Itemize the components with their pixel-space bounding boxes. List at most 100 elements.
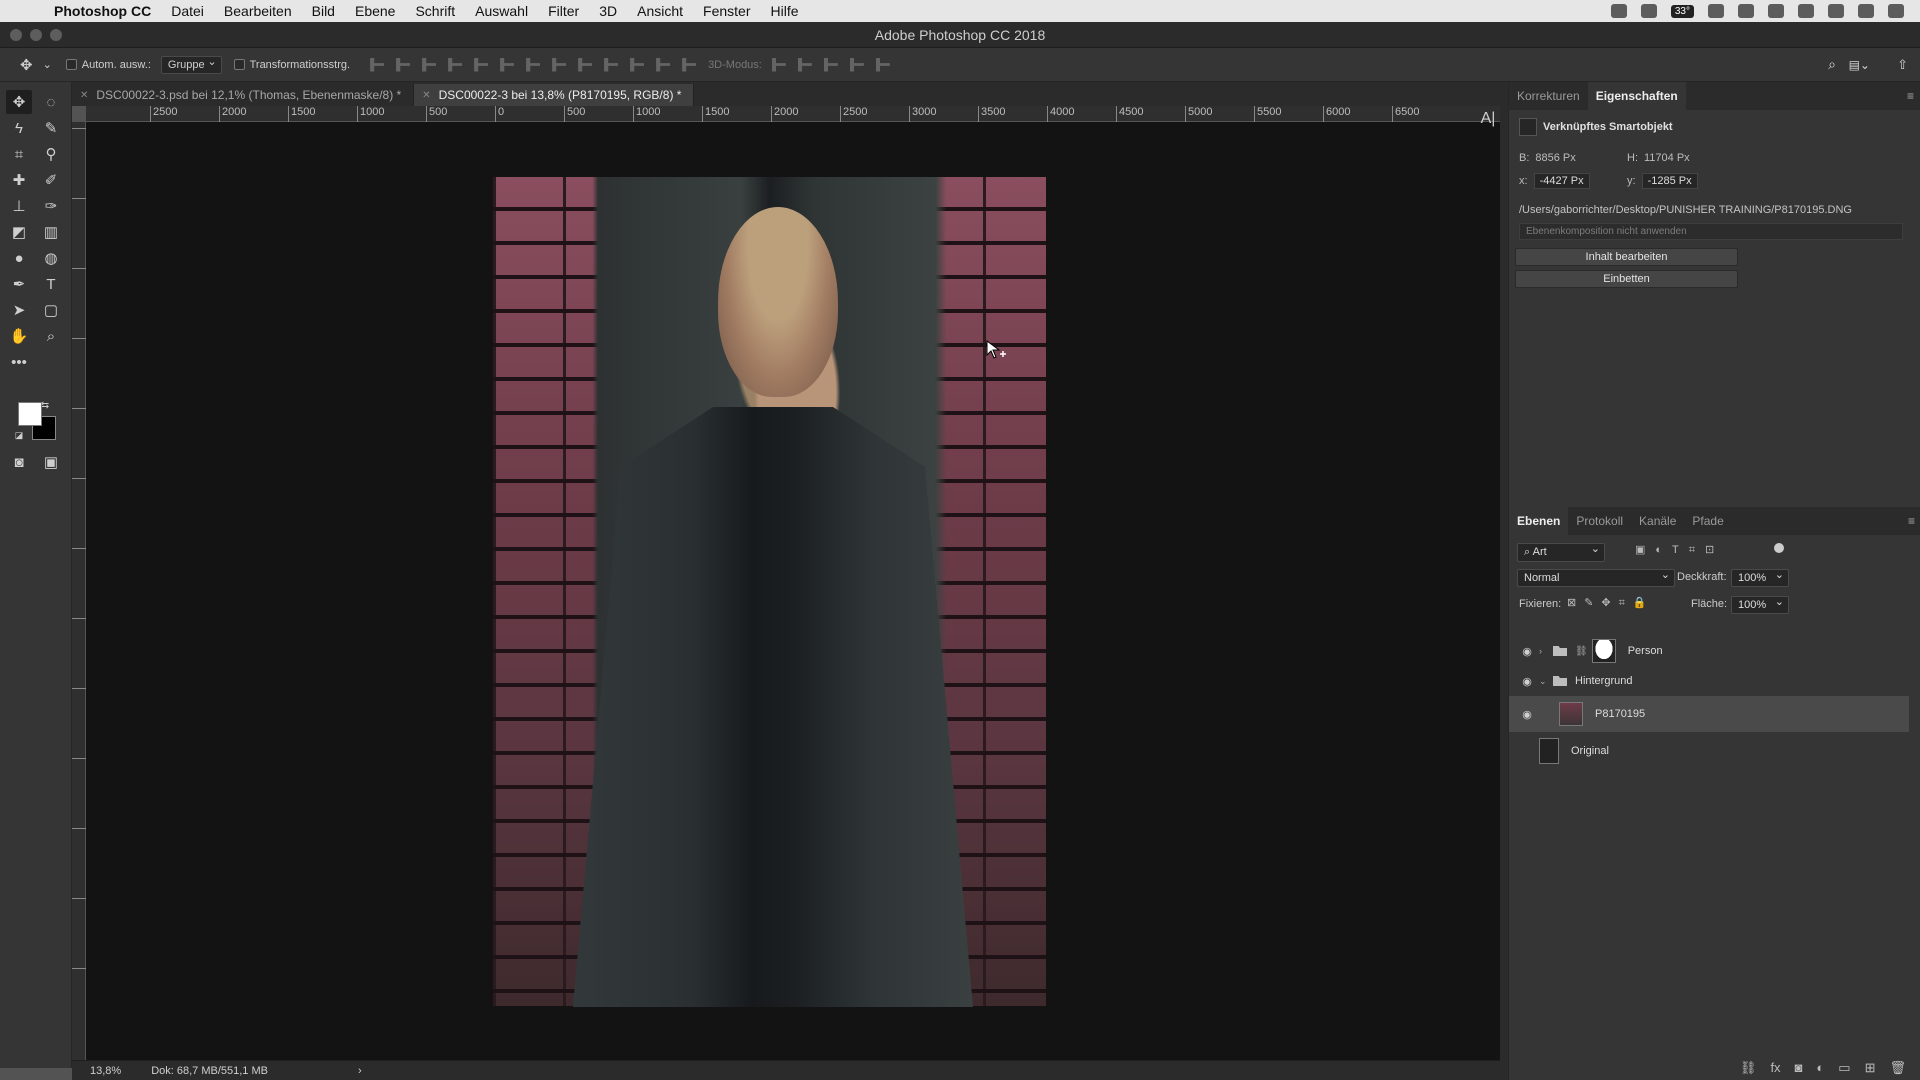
- zoom-level[interactable]: 13,8%: [90, 1065, 121, 1077]
- character-panel-icon[interactable]: A|: [1476, 104, 1500, 134]
- lock-icons[interactable]: ⊠✎✥⌗🔒: [1567, 596, 1655, 610]
- layer-filter-dropdown[interactable]: ⌕ Art: [1517, 542, 1605, 562]
- tab-document-2[interactable]: ✕ DSC00022-3 bei 13,8% (P8170195, RGB/8)…: [414, 84, 695, 106]
- panel-menu-icon[interactable]: ≡: [1908, 514, 1915, 528]
- auto-select-option[interactable]: Autom. ausw.:: [65, 59, 151, 71]
- healing-brush-tool-icon[interactable]: ✚: [6, 168, 32, 192]
- layer-comp-dropdown[interactable]: Ebenenkomposition nicht anwenden: [1519, 223, 1903, 240]
- marquee-tool-icon[interactable]: ◌: [38, 90, 64, 114]
- menu-auswahl[interactable]: Auswahl: [475, 3, 528, 19]
- record-icon[interactable]: [1610, 4, 1627, 18]
- share-icon[interactable]: ⇧: [1897, 57, 1908, 73]
- type-tool-icon[interactable]: T: [38, 272, 64, 296]
- opacity-field[interactable]: 100%: [1731, 568, 1789, 587]
- transform-controls-option[interactable]: Transformationsstrg.: [233, 59, 350, 71]
- app-menu[interactable]: Photoshop CC: [54, 3, 151, 19]
- screen-mode-icon[interactable]: ▣: [38, 450, 64, 474]
- link-icon[interactable]: ⛓: [1575, 646, 1588, 657]
- tab-korrekturen[interactable]: Korrekturen: [1509, 82, 1588, 110]
- panel-divider[interactable]: [1500, 82, 1508, 1080]
- chevron-down-icon[interactable]: ⌄: [1539, 676, 1553, 687]
- tab-kanaele[interactable]: Kanäle: [1631, 507, 1684, 535]
- delete-layer-icon[interactable]: 🗑: [1889, 1060, 1906, 1076]
- menu-filter[interactable]: Filter: [548, 3, 579, 19]
- eye-icon[interactable]: ◉: [1515, 645, 1539, 658]
- siri-icon[interactable]: [1858, 4, 1874, 18]
- more-tools-icon[interactable]: •••: [6, 350, 32, 374]
- layer-filter-icons[interactable]: ▣◐T⌗⊡: [1635, 543, 1724, 557]
- embed-button[interactable]: Einbetten: [1515, 270, 1738, 288]
- tab-protokoll[interactable]: Protokoll: [1568, 507, 1631, 535]
- quick-select-tool-icon[interactable]: ✎: [38, 116, 64, 140]
- auto-select-target-dropdown[interactable]: Gruppe: [160, 55, 222, 74]
- new-layer-icon[interactable]: ⊞: [1865, 1060, 1876, 1076]
- lasso-tool-icon[interactable]: ϟ: [6, 116, 32, 140]
- temperature-badge[interactable]: 33°: [1670, 4, 1694, 18]
- default-colors-icon[interactable]: ◪: [12, 428, 26, 442]
- roll-3d-icon[interactable]: [797, 57, 812, 72]
- layer-name[interactable]: Person: [1628, 645, 1663, 657]
- eye-icon[interactable]: ◉: [1515, 708, 1539, 721]
- layer-original[interactable]: ◉ Original: [1509, 736, 1909, 766]
- blur-tool-icon[interactable]: ●: [6, 246, 32, 270]
- layer-thumbnail[interactable]: [1539, 738, 1559, 764]
- layer-name[interactable]: P8170195: [1595, 708, 1645, 720]
- edit-contents-button[interactable]: Inhalt bearbeiten: [1515, 248, 1738, 266]
- menu-ansicht[interactable]: Ansicht: [637, 3, 683, 19]
- eye-icon[interactable]: ◉: [1515, 675, 1539, 688]
- distribute-hcenter-icon[interactable]: [630, 57, 645, 72]
- distribute-right-icon[interactable]: [656, 57, 671, 72]
- close-tab-icon[interactable]: ✕: [80, 90, 88, 101]
- clone-stamp-tool-icon[interactable]: ⊥: [6, 194, 32, 218]
- monitor-icon[interactable]: [1640, 4, 1657, 18]
- blend-mode-dropdown[interactable]: Normal: [1517, 568, 1675, 587]
- distribute-top-icon[interactable]: [526, 57, 541, 72]
- eraser-tool-icon[interactable]: ◩: [6, 220, 32, 244]
- menu-datei[interactable]: Datei: [171, 3, 204, 19]
- scale-3d-icon[interactable]: [875, 57, 890, 72]
- align-vcenter-icon[interactable]: [396, 57, 411, 72]
- wifi-icon[interactable]: [1768, 4, 1784, 18]
- crop-tool-icon[interactable]: ⌗: [6, 142, 32, 166]
- align-top-icon[interactable]: [370, 57, 385, 72]
- dodge-tool-icon[interactable]: ◍: [38, 246, 64, 270]
- battery-icon[interactable]: [1738, 4, 1754, 18]
- search-icon[interactable]: ⌕: [1828, 56, 1836, 73]
- fill-field[interactable]: 100%: [1731, 595, 1789, 614]
- move-tool-icon[interactable]: ✥: [20, 56, 33, 74]
- status-menu-arrow[interactable]: ›: [358, 1065, 362, 1077]
- tab-ebenen[interactable]: Ebenen: [1509, 507, 1569, 535]
- history-brush-tool-icon[interactable]: ✑: [38, 194, 64, 218]
- adjustment-layer-icon[interactable]: ◐: [1816, 1060, 1824, 1076]
- y-field[interactable]: -1285 Px: [1641, 173, 1698, 189]
- auto-align-icon[interactable]: [682, 57, 697, 72]
- menu-bild[interactable]: Bild: [312, 3, 335, 19]
- minimize-window-button[interactable]: [30, 29, 42, 41]
- eye-hidden-icon[interactable]: ◉: [1515, 745, 1539, 758]
- height-value[interactable]: 11704 Px: [1644, 152, 1690, 164]
- menu-ebene[interactable]: Ebene: [355, 3, 395, 19]
- bluetooth-icon[interactable]: [1798, 4, 1814, 18]
- new-group-icon[interactable]: ▭: [1838, 1060, 1850, 1076]
- eyedropper-tool-icon[interactable]: ⚲: [38, 142, 64, 166]
- menu-hilfe[interactable]: Hilfe: [771, 3, 799, 19]
- rectangle-tool-icon[interactable]: ▢: [38, 298, 64, 322]
- align-right-icon[interactable]: [500, 57, 515, 72]
- move-tool-icon[interactable]: ✥: [6, 90, 32, 114]
- canvas-area[interactable]: [86, 122, 1500, 1060]
- layer-hintergrund[interactable]: ◉ ⌄ Hintergrund: [1509, 666, 1909, 696]
- path-selection-tool-icon[interactable]: ➤: [6, 298, 32, 322]
- auto-select-checkbox[interactable]: [65, 59, 77, 70]
- dropbox-icon[interactable]: [1708, 4, 1724, 18]
- search-icon[interactable]: [1828, 4, 1844, 18]
- zoom-tool-icon[interactable]: ⌕: [38, 324, 64, 348]
- tab-pfade[interactable]: Pfade: [1684, 507, 1731, 535]
- chevron-right-icon[interactable]: ›: [1539, 646, 1553, 656]
- layer-name[interactable]: Hintergrund: [1575, 675, 1632, 687]
- tool-preset-dropdown[interactable]: ⌄: [43, 58, 52, 71]
- workspace-icon[interactable]: ▤⌄: [1849, 58, 1870, 72]
- distribute-left-icon[interactable]: [604, 57, 619, 72]
- layer-person[interactable]: ◉ › ⛓ Person: [1509, 636, 1909, 666]
- panel-menu-icon[interactable]: ≡: [1907, 89, 1914, 103]
- distribute-vcenter-icon[interactable]: [552, 57, 567, 72]
